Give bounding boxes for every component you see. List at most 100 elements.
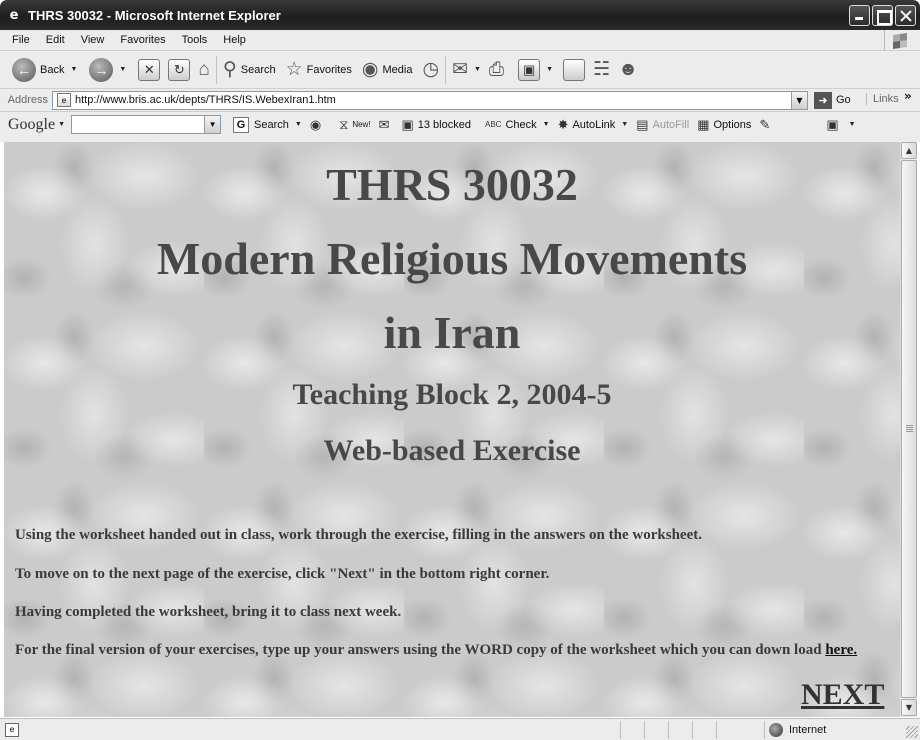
options-button[interactable]: ▦ Options [697,117,751,133]
back-dropdown-icon[interactable]: ▼ [70,66,77,73]
discuss-button[interactable] [561,54,587,86]
resize-grip-icon[interactable] [906,726,918,738]
media-icon: ◉ [361,59,379,80]
page-title-line2: in Iran [383,307,521,358]
standard-toolbar: ← Back ▼ → ▼ ✕ ↻ ⌂ ⚲ Search ☆ Favorites … [0,51,920,89]
refresh-icon: ↻ [168,58,191,81]
links-chevron-icon[interactable]: » [904,89,912,103]
messenger-button[interactable]: ☻ [616,54,640,86]
autofill-icon: ▤ [636,116,649,132]
print-button[interactable]: ⎙ [487,54,506,86]
menu-favorites[interactable]: Favorites [112,34,173,46]
next-page-link[interactable]: NEXT [801,678,884,712]
google-menu-dropdown-icon[interactable]: ▼ [58,121,65,128]
status-bar: e Internet [0,718,920,740]
menu-file[interactable]: File [0,34,38,46]
title-bar: e THRS 30032 - Microsoft Internet Explor… [0,0,920,30]
edit-page-icon: ▣ [518,58,541,81]
worksheet-download-link[interactable]: here. [825,642,857,658]
status-cell [692,721,716,739]
research-button[interactable]: ☵ [591,54,612,86]
history-button[interactable]: ◷ [420,54,441,86]
page-viewport: THRS 30032 Modern Religious Movements in… [4,142,900,717]
favorites-button[interactable]: ☆ Favorites [284,54,354,86]
go-arrow-icon: ➜ [814,91,832,109]
forward-dropdown-icon[interactable]: ▼ [119,66,126,73]
vertical-scrollbar[interactable]: ▲ ▼ [900,142,917,717]
window-title: THRS 30032 - Microsoft Internet Explorer [28,7,281,23]
browser-chrome: File Edit View Favorites Tools Help ← Ba… [0,30,920,142]
pagerank-icon: ◉ [309,116,322,132]
translate-button[interactable]: ▣ ▼ [826,117,855,133]
google-search-dropdown-icon[interactable]: ▼ [204,116,221,133]
forward-button[interactable]: → ▼ [87,54,128,86]
status-cell [716,721,740,739]
spell-check-dropdown-icon[interactable]: ▼ [543,121,550,128]
highlight-button[interactable]: ✎ [759,117,774,133]
autolink-button[interactable]: ✸ AutoLink ▼ [558,117,629,133]
autolink-dropdown-icon[interactable]: ▼ [621,121,628,128]
menu-view[interactable]: View [73,34,113,46]
address-input[interactable]: e http://www.bris.ac.uk/depts/THRS/IS.We… [52,90,808,110]
highlighter-icon: ✎ [759,116,771,132]
status-cell [644,721,668,739]
autolink-icon: ✸ [557,116,569,132]
go-button[interactable]: ➜ Go [814,91,851,109]
security-zone: Internet [764,721,826,739]
menu-tools[interactable]: Tools [174,34,216,46]
mail-dropdown-icon[interactable]: ▼ [474,66,481,73]
address-dropdown-icon[interactable]: ▼ [791,91,807,109]
spell-check-icon: ABC [484,120,502,129]
edit-button[interactable]: ▣ ▼ [516,54,555,86]
minimize-button[interactable] [849,5,870,26]
toolbar-separator [445,55,447,84]
google-search-options-icon[interactable]: ▼ [295,121,302,128]
bookmarks-button[interactable]: ✉ [379,117,394,133]
address-url[interactable]: http://www.bris.ac.uk/depts/THRS/IS.Webe… [75,94,336,106]
autofill-button[interactable]: ▤ AutoFill [636,117,689,133]
edit-dropdown-icon[interactable]: ▼ [546,66,553,73]
mail-button[interactable]: ✉ ▼ [450,54,483,86]
discuss-icon [563,58,586,81]
scroll-up-button[interactable]: ▲ [901,142,917,159]
scroll-down-button[interactable]: ▼ [901,699,917,716]
google-search-input[interactable]: ▼ [71,115,222,134]
mail-icon: ✉ [452,59,468,80]
google-search-button[interactable]: G Search ▼ [233,116,302,133]
stop-button[interactable]: ✕ [136,54,162,86]
new-features-button[interactable]: ⧖ New! [339,117,370,133]
status-cell [620,721,644,739]
address-label: Address [7,94,48,106]
history-clock-icon: ◷ [422,59,440,80]
maximize-button[interactable] [872,5,893,26]
google-logo[interactable]: Google [8,116,55,134]
toolbar-separator [215,55,217,84]
popup-blocker-button[interactable]: ▣ 13 blocked [401,117,471,133]
scroll-thumb[interactable] [901,160,917,698]
printer-icon: ⎙ [488,59,505,80]
menu-help[interactable]: Help [215,34,254,46]
menu-edit[interactable]: Edit [38,34,73,46]
translate-icon: ▣ [826,116,839,132]
exercise-heading: Web-based Exercise [323,434,581,467]
translate-dropdown-icon[interactable]: ▼ [849,121,856,128]
back-button[interactable]: ← Back ▼ [10,54,79,86]
google-g-icon: G [233,116,250,133]
instruction-paragraph: For the final version of your exercises,… [15,642,858,658]
google-toolbar: Google ▼ ▼ G Search ▼ ◉ ⧖ New! ✉ ▣ 13 blo… [0,112,920,137]
forward-arrow-icon: → [89,57,114,82]
options-icon: ▦ [697,116,710,132]
media-button[interactable]: ◉ Media [360,54,415,86]
close-button[interactable] [895,5,916,26]
spell-check-button[interactable]: ABC Check ▼ [485,119,550,131]
home-button[interactable]: ⌂ [196,54,211,86]
teaching-block-heading: Teaching Block 2, 2004-5 [292,378,612,411]
pagerank-button[interactable]: ◉ [310,117,325,133]
page-icon: e [57,93,71,107]
search-button[interactable]: ⚲ Search [221,54,278,86]
links-button[interactable]: Links [866,93,899,105]
bookmarks-icon: ✉ [378,116,390,132]
favorites-star-icon: ☆ [285,59,303,80]
course-code-heading: THRS 30032 [326,159,578,210]
refresh-button[interactable]: ↻ [166,54,192,86]
